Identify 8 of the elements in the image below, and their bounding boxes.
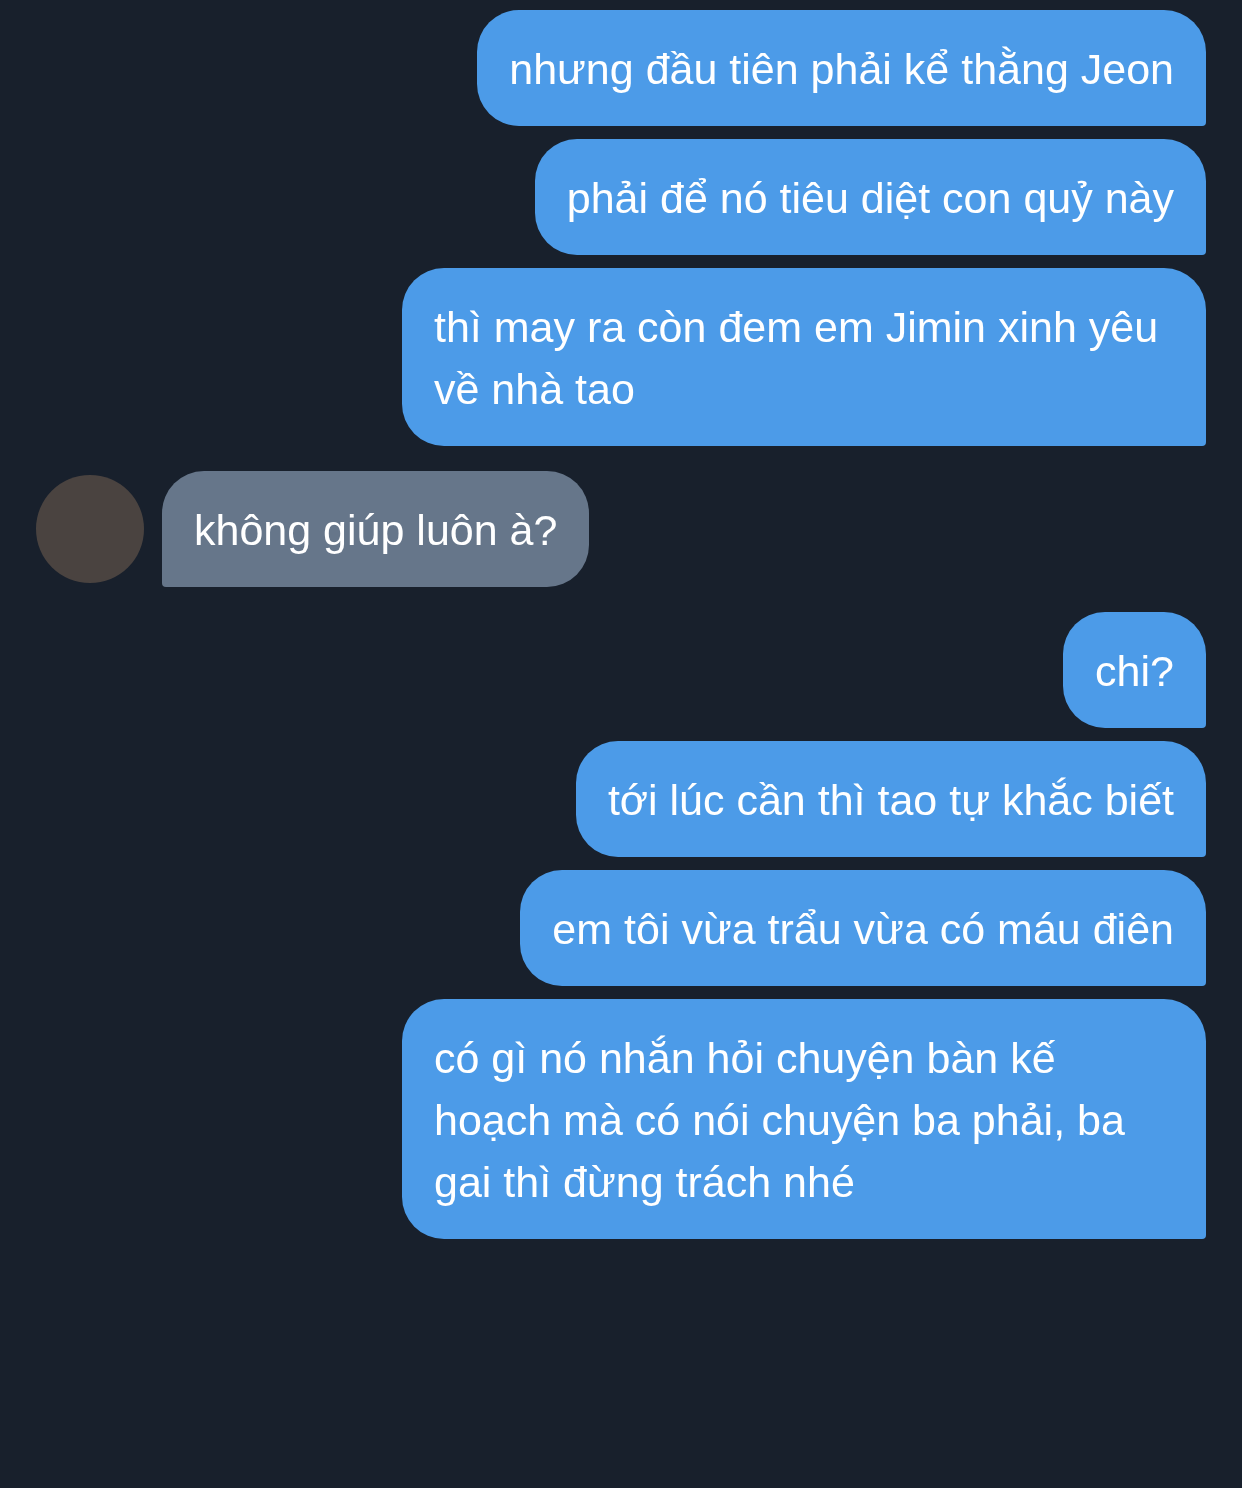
sent-message-bubble: chi? bbox=[1063, 612, 1206, 728]
sent-message-bubble: tới lúc cần thì tao tự khắc biết bbox=[575, 741, 1206, 857]
received-message-bubble: không giúp luôn à? bbox=[162, 471, 590, 587]
sent-message-bubble: em tôi vừa trẩu vừa có máu điên bbox=[520, 870, 1206, 986]
sent-message-bubble: thì may ra còn đem em Jimin xinh yêu về nhà tao bbox=[402, 268, 1206, 446]
sent-message-bubble: nhưng đầu tiên phải kể thằng Jeon bbox=[477, 10, 1206, 126]
sent-message-bubble: có gì nó nhắn hỏi chuyện bàn kế hoạch mà có nói chuyện ba phải, ba gai thì đừng trách nhé bbox=[402, 999, 1206, 1239]
sent-message-bubble: phải để nó tiêu diệt con quỷ này bbox=[534, 139, 1206, 255]
